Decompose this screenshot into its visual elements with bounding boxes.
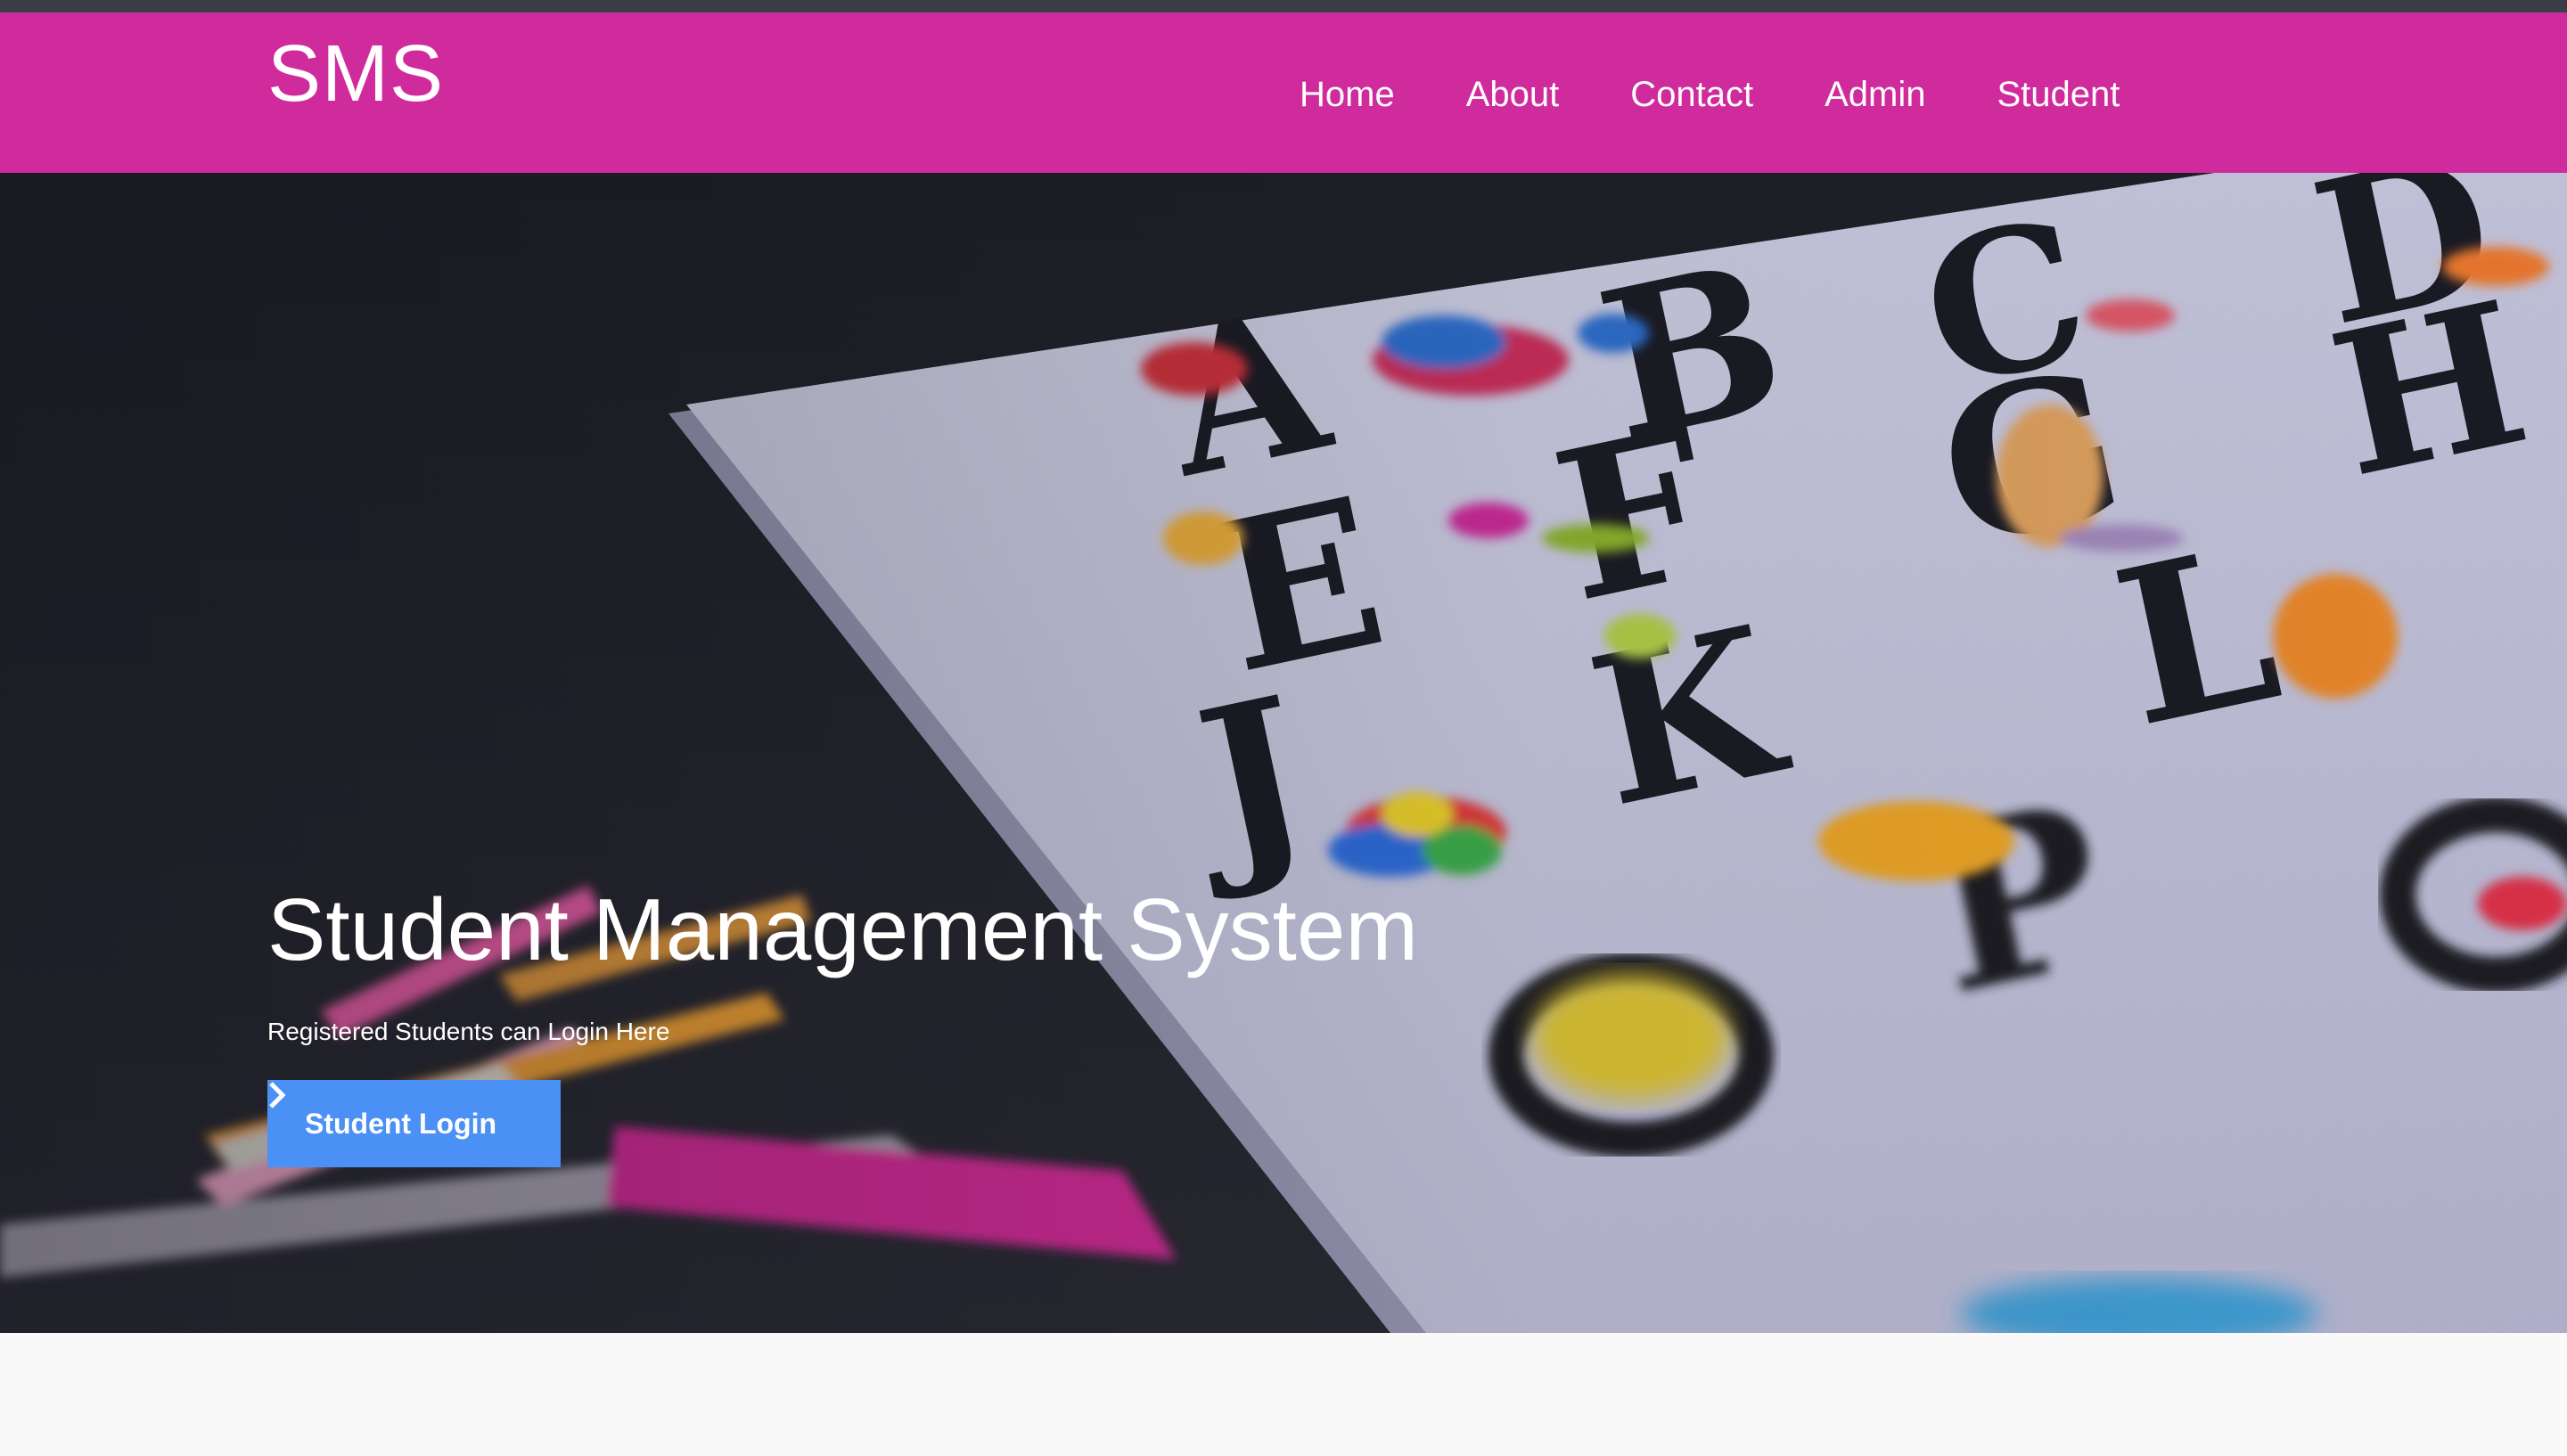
student-login-button[interactable]: Student Login <box>267 1080 561 1167</box>
brand-logo[interactable]: SMS <box>267 34 444 114</box>
navbar: SMS Home About Contact Admin Student <box>0 12 2567 173</box>
nav-item-student: Student <box>1961 77 2155 112</box>
nav-item-about: About <box>1431 77 1595 112</box>
student-login-button-label: Student Login <box>304 1107 497 1140</box>
nav-link-home[interactable]: Home <box>1300 77 1431 112</box>
hero-title: Student Management System <box>267 880 1419 978</box>
hero-section: A B C D E F G H J K L P <box>0 173 2567 1333</box>
top-strip <box>0 0 2567 12</box>
nav-link-student[interactable]: Student <box>1961 77 2155 112</box>
nav-item-contact: Contact <box>1595 77 1789 112</box>
nav-item-home: Home <box>1300 77 1431 112</box>
hero-subtitle: Registered Students can Login Here <box>267 1018 670 1045</box>
nav-link-about[interactable]: About <box>1431 77 1595 112</box>
nav-link-admin[interactable]: Admin <box>1789 77 1961 112</box>
nav-link-contact[interactable]: Contact <box>1595 77 1789 112</box>
nav-item-admin: Admin <box>1789 77 1961 112</box>
main-nav: Home About Contact Admin Student <box>1300 77 2155 112</box>
page-content-area <box>0 1333 2567 1456</box>
